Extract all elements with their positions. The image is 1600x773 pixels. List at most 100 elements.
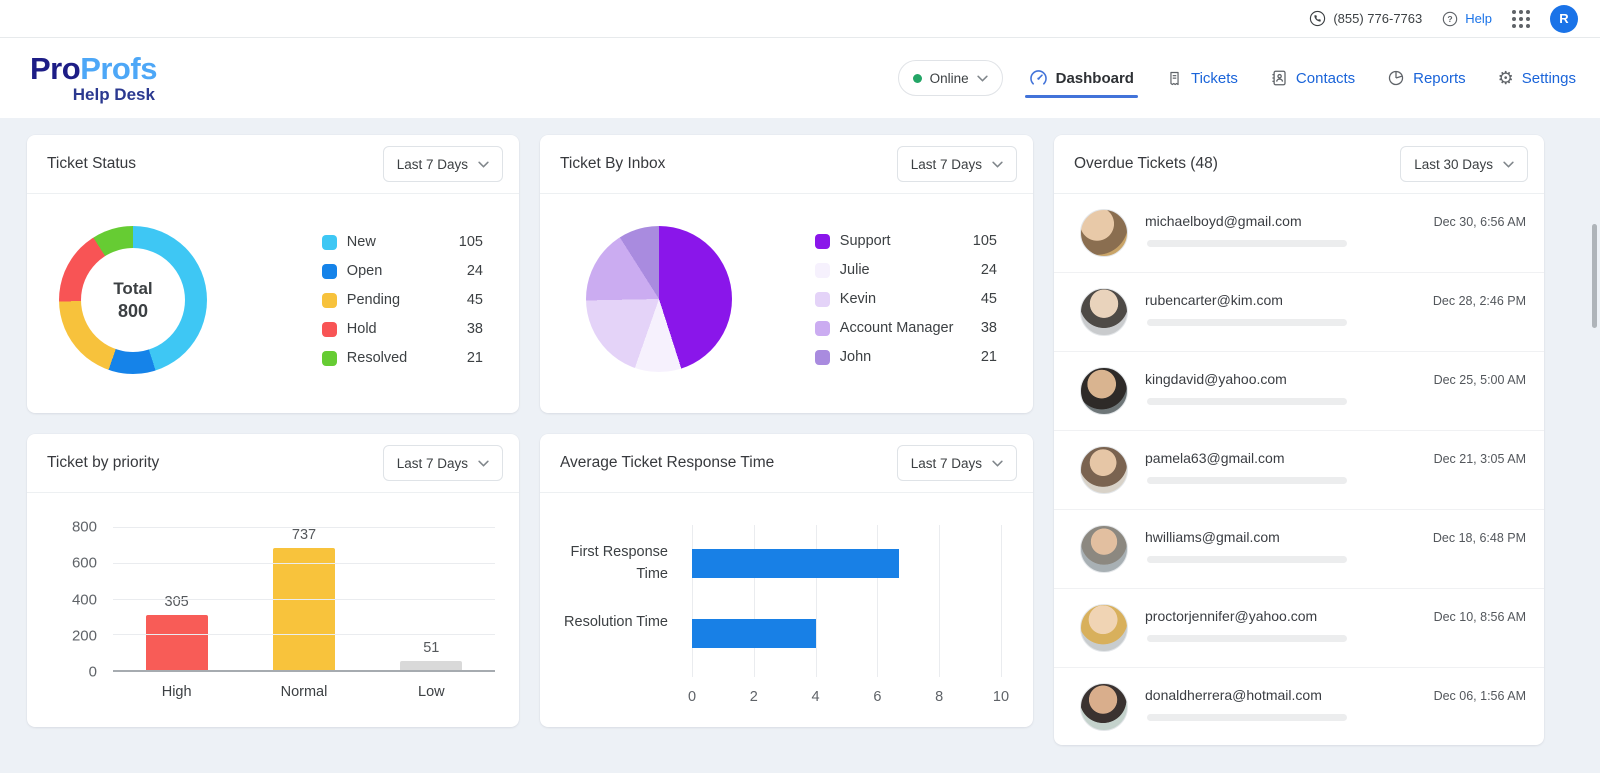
subject-placeholder-bar [1147,477,1347,484]
overdue-list-item[interactable]: donaldherrera@hotmail.com Dec 06, 1:56 AM [1054,667,1544,746]
tab-label: Tickets [1191,70,1238,87]
online-dot-icon [913,74,922,83]
contact-email: pamela63@gmail.com [1145,450,1285,466]
card-title: Ticket by priority [47,454,159,472]
ticket-by-inbox-pie-chart [586,226,732,372]
card-title: Overdue Tickets (48) [1074,155,1218,173]
response-time-bar-chart: First Response Time Resolution Time 0 2 … [564,521,1007,721]
online-status-dropdown[interactable]: Online [898,60,1003,96]
overdue-list-item[interactable]: pamela63@gmail.comDec 21, 3:05 AM [1054,430,1544,509]
help-link[interactable]: Help [1465,11,1492,26]
phone-number: (855) 776-7763 [1333,11,1422,26]
overdue-list-item[interactable]: kingdavid@yahoo.com Dec 25, 5:00 AM [1054,351,1544,430]
overdue-list-item[interactable]: proctorjennifer@yahoo.comDec 10, 8:56 AM [1054,588,1544,667]
tab-reports[interactable]: Reports [1387,38,1466,118]
help-group[interactable]: ? Help [1442,11,1492,27]
reports-icon [1387,69,1405,87]
apps-grid-icon[interactable] [1512,10,1530,28]
x-axis-labels: High Normal Low [113,684,495,700]
legend-swatch [815,292,830,307]
contact-email: kingdavid@yahoo.com [1145,371,1287,387]
legend-item: Open24 [322,263,483,279]
chevron-down-icon [478,460,489,467]
contact-avatar [1080,604,1128,652]
gauge-icon [1029,69,1048,88]
card-title: Ticket Status [47,155,136,173]
bar-value-label: 305 [165,594,189,610]
range-value: Last 7 Days [397,456,468,471]
bar-value-label: 737 [292,527,316,543]
settings-icon: ⚙ [1498,69,1514,87]
overdue-range-dropdown[interactable]: Last 30 Days [1400,146,1528,182]
ticket-date: Dec 06, 1:56 AM [1434,689,1526,703]
phone-number-group[interactable]: (855) 776-7763 [1309,10,1422,27]
overdue-list-item[interactable]: michaelboyd@gmail.com Dec 30, 6:56 AM [1054,194,1544,272]
legend-swatch [815,263,830,278]
contact-avatar [1080,683,1128,731]
contact-email: proctorjennifer@yahoo.com [1145,608,1317,624]
legend-item: John21 [815,349,997,365]
legend-swatch [815,321,830,336]
tab-tickets[interactable]: Tickets [1166,38,1238,118]
ticket-date: Dec 25, 5:00 AM [1434,373,1526,387]
subject-placeholder-bar [1147,240,1347,247]
bar-normal[interactable] [273,548,335,670]
contact-avatar [1080,209,1128,257]
legend-item: New105 [322,234,483,250]
range-value: Last 7 Days [911,456,982,471]
bar-first-response[interactable] [692,549,899,578]
priority-range-dropdown[interactable]: Last 7 Days [383,445,503,481]
tab-contacts[interactable]: Contacts [1270,38,1355,118]
bar-resolution[interactable] [692,619,816,648]
tab-label: Settings [1522,70,1576,87]
bar-low[interactable] [400,661,462,670]
subject-placeholder-bar [1147,319,1347,326]
page-scrollbar[interactable] [1592,224,1597,328]
svg-text:?: ? [1448,14,1453,24]
bar-value-label: 51 [423,640,439,656]
plot-area: 305 737 51 [113,527,495,672]
overdue-list-item[interactable]: rubencarter@kim.com Dec 28, 2:46 PM [1054,272,1544,351]
subject-placeholder-bar [1147,635,1347,642]
phone-icon [1309,10,1326,27]
ticket-date: Dec 30, 6:56 AM [1434,215,1526,229]
donut-center: Total 800 [81,248,185,352]
contact-email: hwilliams@gmail.com [1145,529,1280,545]
legend-item: Hold38 [322,321,483,337]
top-utility-bar: (855) 776-7763 ? Help R [0,0,1600,38]
ticket-status-legend: New105 Open24 Pending45 Hold38 Resolved2… [322,234,483,366]
contact-email: donaldherrera@hotmail.com [1145,687,1322,703]
contacts-icon [1270,69,1288,87]
response-range-dropdown[interactable]: Last 7 Days [897,445,1017,481]
ticket-status-donut-chart: Total 800 [59,226,207,374]
chevron-down-icon [478,161,489,168]
legend-swatch [322,351,337,366]
overdue-list-item[interactable]: hwilliams@gmail.comDec 18, 6:48 PM [1054,509,1544,588]
tab-dashboard[interactable]: Dashboard [1029,38,1134,118]
inbox-range-dropdown[interactable]: Last 7 Days [897,146,1017,182]
bar-high[interactable] [146,615,208,670]
legend-swatch [815,350,830,365]
chevron-down-icon [992,460,1003,467]
brand-name: ProProfs [30,53,157,84]
user-avatar[interactable]: R [1550,5,1578,33]
contact-avatar [1080,367,1128,415]
legend-item: Julie24 [815,262,997,278]
main-header: ProProfs Help Desk Online Dashboard Tick… [0,38,1600,118]
chevron-down-icon [992,161,1003,168]
avg-response-card: Average Ticket Response Time Last 7 Days… [540,434,1033,727]
contact-avatar [1080,525,1128,573]
tab-settings[interactable]: ⚙ Settings [1498,38,1576,118]
ticket-icon [1166,70,1183,87]
contact-email: rubencarter@kim.com [1145,292,1283,308]
contact-email: michaelboyd@gmail.com [1145,213,1302,229]
ticket-date: Dec 28, 2:46 PM [1433,294,1526,308]
legend-item: Account Manager38 [815,320,997,336]
brand-logo[interactable]: ProProfs Help Desk [30,53,157,103]
ticket-status-range-dropdown[interactable]: Last 7 Days [383,146,503,182]
legend-swatch [322,293,337,308]
priority-bar-chart: 800 600 400 200 0 305 737 [55,527,495,700]
legend-item: Support105 [815,233,997,249]
x-axis-labels: 0 2 4 6 8 10 [692,689,1001,709]
tab-label: Reports [1413,70,1466,87]
